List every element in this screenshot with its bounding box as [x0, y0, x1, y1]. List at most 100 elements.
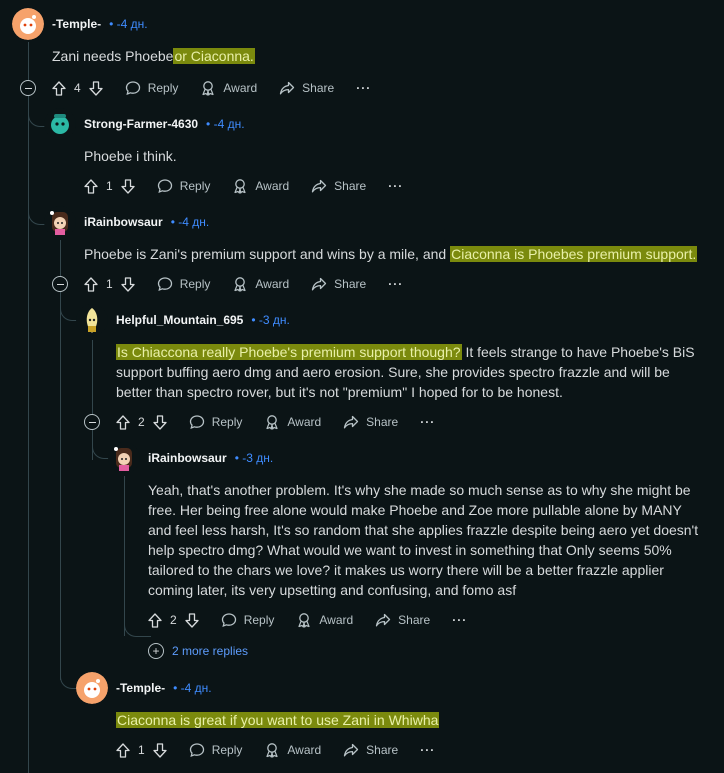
share-button[interactable]: Share: [343, 414, 398, 430]
downvote-icon[interactable]: [89, 80, 103, 96]
reply-button[interactable]: Reply: [157, 178, 210, 194]
share-icon: [312, 179, 327, 193]
award-button[interactable]: Award: [264, 414, 321, 430]
downvote-icon[interactable]: [121, 276, 135, 292]
upvote-icon[interactable]: [84, 276, 98, 292]
more-options-button[interactable]: ···: [388, 179, 403, 193]
thread-line[interactable]: [124, 476, 125, 636]
downvote-icon[interactable]: [185, 612, 199, 628]
vote-control: 4: [52, 80, 103, 96]
comment-time[interactable]: • -4 дн.: [173, 681, 212, 695]
more-options-button[interactable]: ···: [356, 81, 371, 95]
more-options-button[interactable]: ···: [420, 743, 435, 757]
vote-count: 4: [74, 81, 81, 95]
upvote-icon[interactable]: [84, 178, 98, 194]
more-options-button[interactable]: ···: [388, 277, 403, 291]
upvote-icon[interactable]: [116, 742, 130, 758]
reply-button[interactable]: Reply: [157, 276, 210, 292]
comment-actions: 4 Reply Award Share ···: [52, 76, 371, 100]
vote-control: 1: [84, 276, 135, 292]
award-icon: [234, 179, 246, 194]
reply-button[interactable]: Reply: [189, 414, 242, 430]
vote-count: 1: [106, 179, 113, 193]
downvote-icon[interactable]: [153, 414, 167, 430]
award-icon: [266, 415, 278, 430]
vote-control: 1: [116, 742, 167, 758]
avatar[interactable]: [108, 442, 140, 474]
collapse-thread-button[interactable]: [20, 80, 36, 96]
comment-body: Ciaconna is great if you want to use Zan…: [116, 710, 440, 730]
avatar[interactable]: [76, 672, 108, 704]
vote-count: 2: [170, 613, 177, 627]
reply-button[interactable]: Reply: [221, 612, 274, 628]
comment-body: Yeah, that's another problem. It's why s…: [148, 482, 699, 598]
share-button[interactable]: Share: [375, 612, 430, 628]
reply-icon: [157, 277, 172, 292]
upvote-icon[interactable]: [148, 612, 162, 628]
avatar[interactable]: [76, 304, 108, 336]
comment-time[interactable]: • -4 дн.: [171, 215, 210, 229]
award-icon: [298, 613, 310, 628]
award-icon: [234, 277, 246, 292]
award-icon: [266, 743, 278, 758]
vote-count: 1: [106, 277, 113, 291]
avatar[interactable]: [44, 206, 76, 238]
thread-branch: [124, 624, 151, 637]
comment-time[interactable]: • -4 дн.: [109, 17, 148, 31]
share-button[interactable]: Share: [343, 742, 398, 758]
award-button[interactable]: Award: [200, 80, 257, 96]
award-button[interactable]: Award: [232, 178, 289, 194]
reply-button[interactable]: Reply: [189, 742, 242, 758]
comment-actions: 1 Reply Award Share ···: [116, 738, 435, 762]
award-icon: [202, 81, 214, 96]
comment-actions: 2 Reply Award Share ···: [116, 410, 435, 434]
downvote-icon[interactable]: [121, 178, 135, 194]
highlighted-text: or Ciaconna.: [173, 48, 255, 64]
thread-line[interactable]: [28, 42, 29, 773]
vote-control: 1: [84, 178, 135, 194]
share-button[interactable]: Share: [311, 178, 366, 194]
share-icon: [312, 277, 327, 291]
comment-time[interactable]: • -3 дн.: [251, 313, 290, 327]
comment-author[interactable]: iRainbowsaur: [84, 215, 163, 229]
vote-control: 2: [148, 612, 199, 628]
reply-button[interactable]: Reply: [125, 80, 178, 96]
collapse-thread-button[interactable]: [84, 414, 100, 430]
comment-author[interactable]: -Temple-: [116, 681, 165, 695]
comment-body: Zani needs Phoebeor Ciaconna.: [52, 48, 255, 64]
comment-thread: -Temple- • -4 дн. Zani needs Phoebeor Ci…: [0, 0, 724, 773]
plus-icon: +: [148, 643, 164, 659]
award-button[interactable]: Award: [232, 276, 289, 292]
downvote-icon[interactable]: [153, 742, 167, 758]
comment-body: Phoebe is Zani's premium support and win…: [84, 246, 698, 262]
vote-count: 1: [138, 743, 145, 757]
comment-author[interactable]: -Temple-: [52, 17, 101, 31]
share-icon: [344, 415, 359, 429]
reply-icon: [221, 613, 236, 628]
more-options-button[interactable]: ···: [420, 415, 435, 429]
avatar[interactable]: [12, 8, 44, 40]
reply-icon: [189, 415, 204, 430]
more-options-button[interactable]: ···: [452, 613, 467, 627]
share-icon: [376, 613, 391, 627]
upvote-icon[interactable]: [116, 414, 130, 430]
more-replies-link[interactable]: + 2 more replies: [148, 643, 248, 659]
reply-icon: [189, 743, 204, 758]
comment-author[interactable]: Helpful_Mountain_695: [116, 313, 243, 327]
comment-author[interactable]: iRainbowsaur: [148, 451, 227, 465]
share-icon: [344, 743, 359, 757]
comment-author[interactable]: Strong-Farmer-4630: [84, 117, 198, 131]
collapse-thread-button[interactable]: [52, 276, 68, 292]
comment-actions: 1 Reply Award Share ···: [84, 272, 403, 296]
share-icon: [280, 81, 295, 95]
upvote-icon[interactable]: [52, 80, 66, 96]
highlighted-text: Ciaconna is Phoebes premium support.: [450, 246, 698, 262]
comment-time[interactable]: • -4 дн.: [206, 117, 245, 131]
comment-time[interactable]: • -3 дн.: [235, 451, 274, 465]
award-button[interactable]: Award: [264, 742, 321, 758]
avatar[interactable]: [44, 108, 76, 140]
share-button[interactable]: Share: [311, 276, 366, 292]
award-button[interactable]: Award: [296, 612, 353, 628]
highlighted-text: Ciaconna is great if you want to use Zan…: [116, 712, 440, 728]
share-button[interactable]: Share: [279, 80, 334, 96]
